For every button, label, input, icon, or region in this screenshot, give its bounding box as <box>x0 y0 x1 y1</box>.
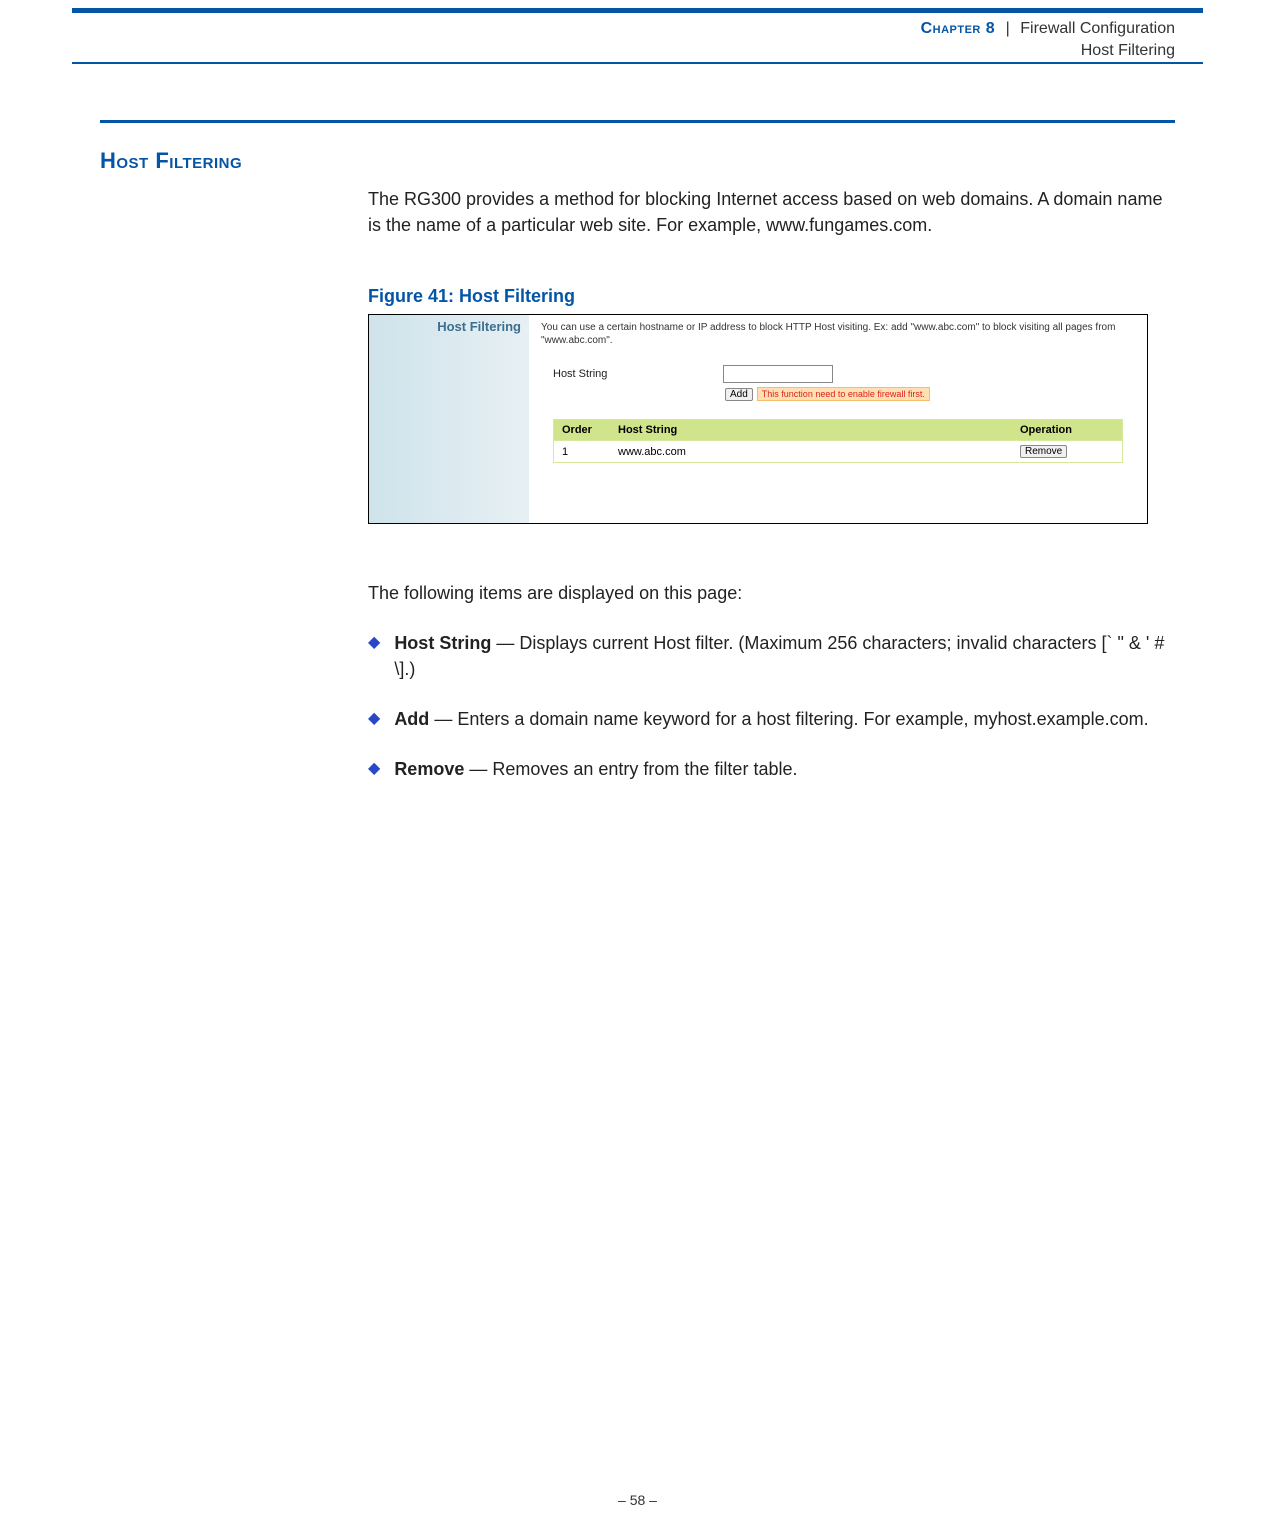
header-subsection-title: Host Filtering <box>921 40 1175 62</box>
firewall-warning: This function need to enable firewall fi… <box>757 387 930 401</box>
table-header: Order Host String Operation <box>554 420 1122 440</box>
figure-sidebar: Host Filtering <box>369 315 529 523</box>
add-button[interactable]: Add <box>725 388 753 401</box>
chapter-label: Chapter 8 <box>921 20 996 37</box>
bullet-term: Host String <box>394 633 491 653</box>
bullet-desc: — Displays current Host filter. (Maximum… <box>394 633 1164 679</box>
bullet-term: Remove <box>394 759 464 779</box>
figure-description: You can use a certain hostname or IP add… <box>541 321 1135 347</box>
host-string-row: Host String <box>553 365 1135 383</box>
bullet-text: Remove — Removes an entry from the filte… <box>394 756 797 782</box>
page-header: Chapter 8 | Firewall Configuration Host … <box>921 18 1175 63</box>
diamond-icon: ◆ <box>368 630 380 682</box>
list-item: ◆ Host String — Displays current Host fi… <box>368 630 1165 682</box>
header-rule-top <box>72 8 1203 13</box>
bullet-text: Add — Enters a domain name keyword for a… <box>394 706 1148 732</box>
items-intro: The following items are displayed on thi… <box>368 580 1165 606</box>
diamond-icon: ◆ <box>368 756 380 782</box>
header-separator: | <box>1006 20 1010 37</box>
section-rule <box>100 120 1175 123</box>
list-item: ◆ Remove — Removes an entry from the fil… <box>368 756 1165 782</box>
page-number: – 58 – <box>0 1492 1275 1508</box>
host-string-input[interactable] <box>723 365 833 383</box>
diamond-icon: ◆ <box>368 706 380 732</box>
intro-paragraph: The RG300 provides a method for blocking… <box>368 186 1165 238</box>
header-section-title: Firewall Configuration <box>1020 20 1175 37</box>
host-table: Order Host String Operation 1 www.abc.co… <box>553 419 1123 463</box>
figure-sidebar-title: Host Filtering <box>437 319 521 334</box>
bullet-term: Add <box>394 709 429 729</box>
bullet-list: ◆ Host String — Displays current Host fi… <box>368 630 1165 806</box>
host-string-label: Host String <box>553 368 683 380</box>
th-order: Order <box>554 420 610 440</box>
td-host: www.abc.com <box>610 442 1012 462</box>
figure-caption: Figure 41: Host Filtering <box>368 286 575 307</box>
header-rule-bottom <box>72 62 1203 64</box>
figure-screenshot: Host Filtering You can use a certain hos… <box>368 314 1148 524</box>
list-item: ◆ Add — Enters a domain name keyword for… <box>368 706 1165 732</box>
bullet-desc: — Removes an entry from the filter table… <box>464 759 797 779</box>
section-heading: Host Filtering <box>100 148 242 174</box>
td-order: 1 <box>554 442 610 462</box>
bullet-text: Host String — Displays current Host filt… <box>394 630 1165 682</box>
td-operation: Remove <box>1012 441 1122 462</box>
figure-main: You can use a certain hostname or IP add… <box>529 315 1147 523</box>
remove-button[interactable]: Remove <box>1020 445 1067 458</box>
bullet-desc: — Enters a domain name keyword for a hos… <box>429 709 1148 729</box>
th-operation: Operation <box>1012 420 1122 440</box>
th-host: Host String <box>610 420 1012 440</box>
add-row: Add This function need to enable firewal… <box>725 387 1135 401</box>
table-row: 1 www.abc.com Remove <box>554 440 1122 462</box>
